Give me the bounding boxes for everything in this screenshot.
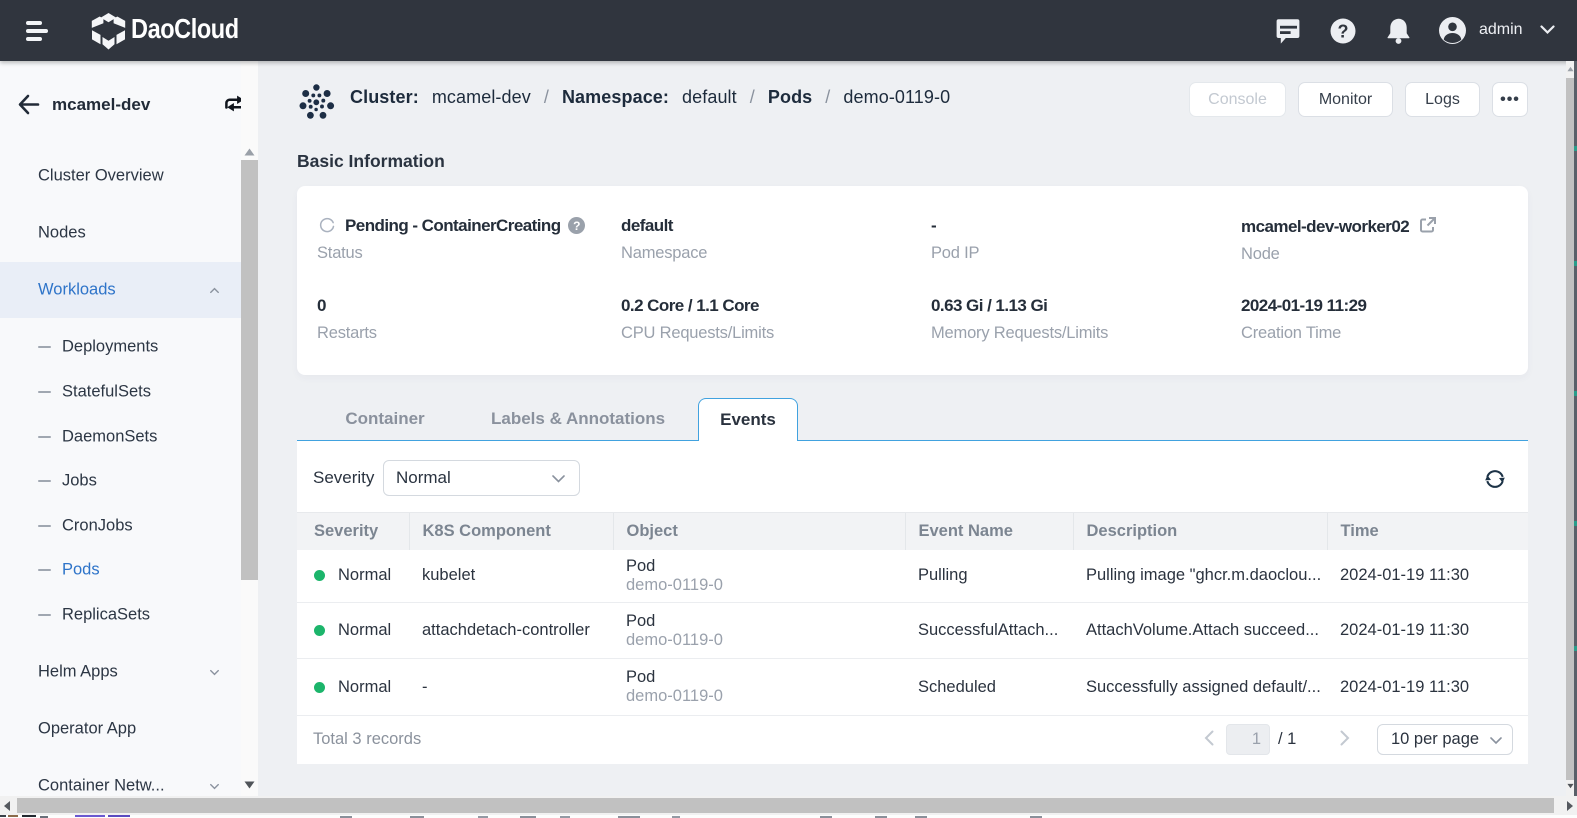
svg-text:?: ?	[1338, 22, 1349, 42]
svg-text:?: ?	[573, 219, 580, 233]
